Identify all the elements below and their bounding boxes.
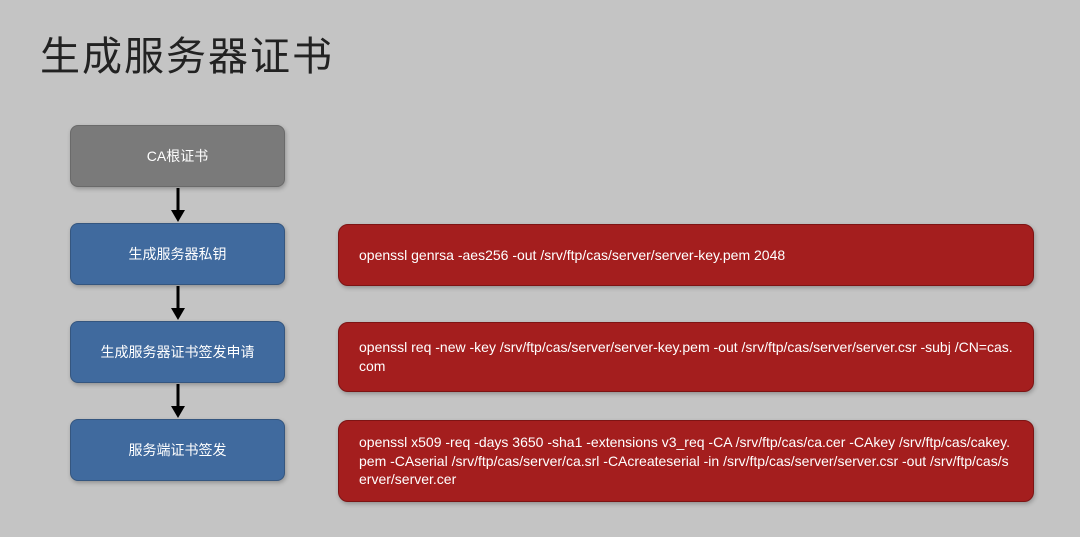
flow-column: CA根证书 生成服务器私钥 生成服务器证书签发申请 服务端证书签发 (70, 125, 285, 481)
node-gen-server-csr: 生成服务器证书签发申请 (70, 321, 285, 383)
command-gen-csr: openssl req -new -key /srv/ftp/cas/serve… (338, 322, 1034, 392)
command-text: openssl req -new -key /srv/ftp/cas/serve… (359, 338, 1013, 376)
arrow-down-icon (70, 187, 285, 223)
command-sign-cert: openssl x509 -req -days 3650 -sha1 -exte… (338, 420, 1034, 502)
node-label: 服务端证书签发 (129, 440, 227, 460)
node-label: CA根证书 (147, 146, 208, 166)
node-sign-server-cert: 服务端证书签发 (70, 419, 285, 481)
page-title: 生成服务器证书 (40, 24, 334, 82)
command-gen-key: openssl genrsa -aes256 -out /srv/ftp/cas… (338, 224, 1034, 286)
node-ca-root: CA根证书 (70, 125, 285, 187)
command-text: openssl x509 -req -days 3650 -sha1 -exte… (359, 433, 1013, 490)
node-label: 生成服务器私钥 (129, 244, 227, 264)
node-label: 生成服务器证书签发申请 (101, 342, 255, 362)
command-text: openssl genrsa -aes256 -out /srv/ftp/cas… (359, 246, 785, 265)
node-gen-server-key: 生成服务器私钥 (70, 223, 285, 285)
arrow-down-icon (70, 383, 285, 419)
arrow-down-icon (70, 285, 285, 321)
